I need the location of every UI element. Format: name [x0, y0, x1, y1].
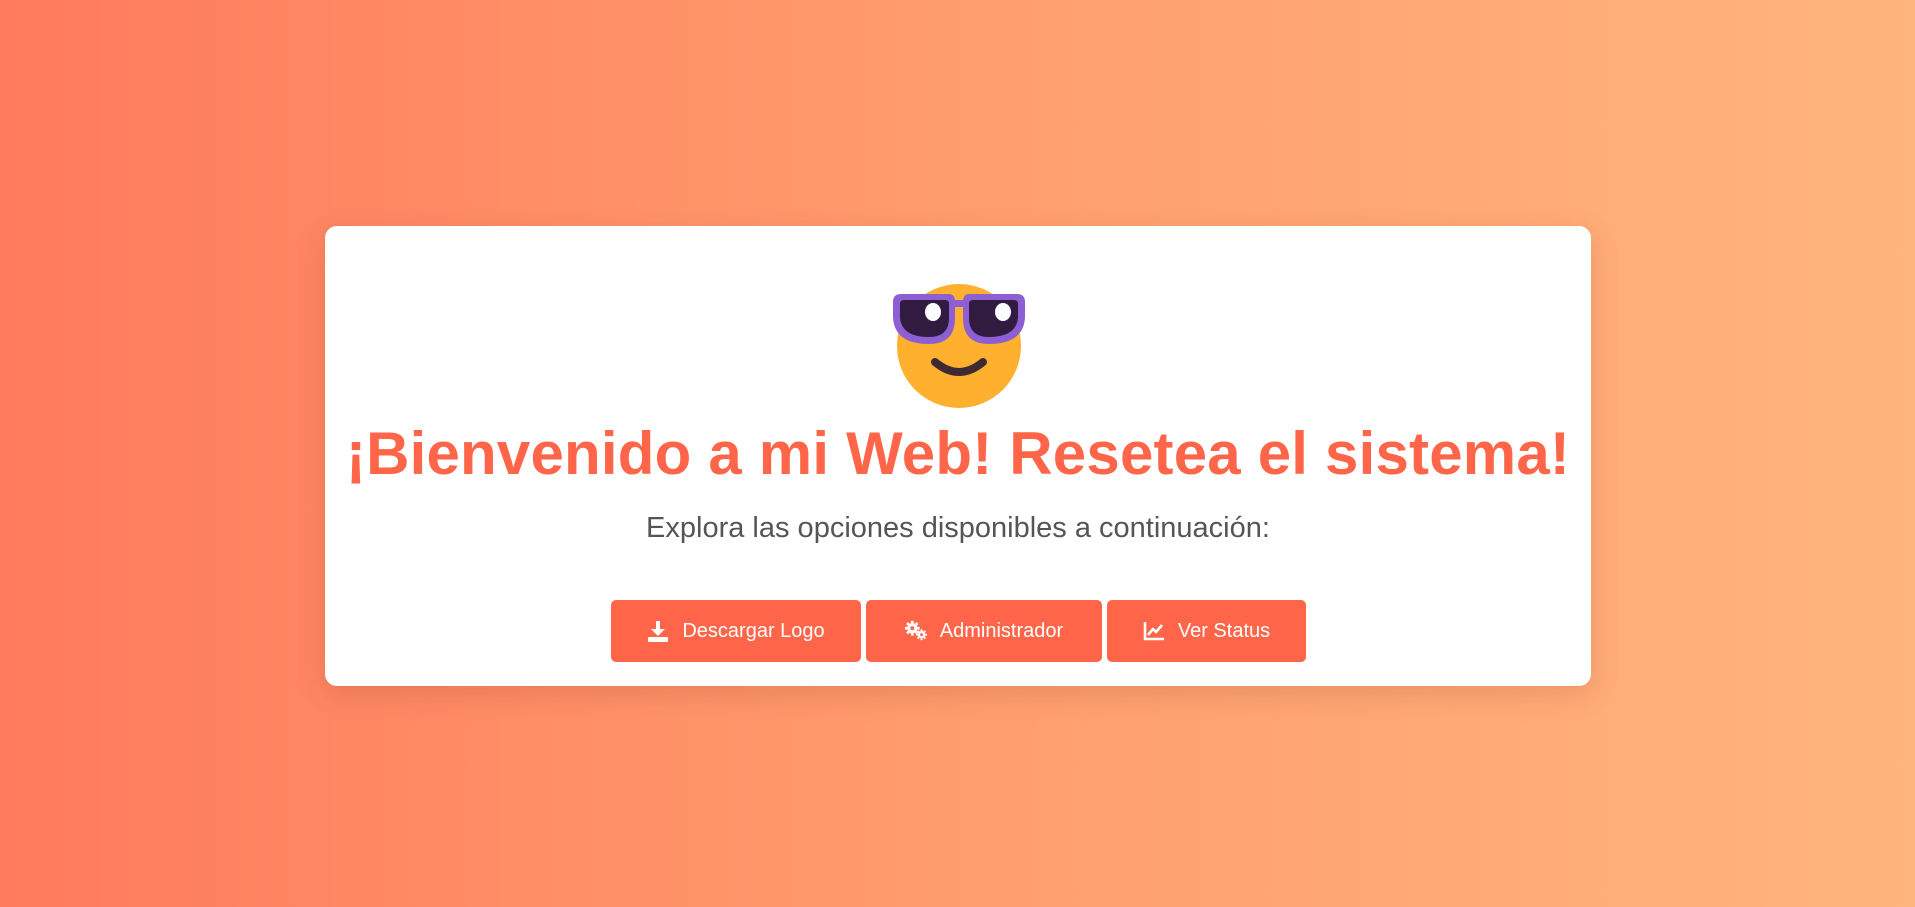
gears-icon [904, 619, 928, 643]
administrator-button[interactable]: Administrador [865, 600, 1102, 662]
view-status-button[interactable]: Ver Status [1106, 600, 1306, 662]
download-logo-label: Descargar Logo [682, 619, 825, 642]
line-chart-icon [1142, 619, 1166, 643]
page-title: ¡Bienvenido a mi Web! Resetea el sistema… [345, 420, 1571, 487]
administrator-label: Administrador [939, 619, 1064, 642]
download-logo-button[interactable]: Descargar Logo [610, 600, 861, 662]
welcome-card: ¡Bienvenido a mi Web! Resetea el sistema… [325, 226, 1591, 686]
view-status-label: Ver Status [1177, 619, 1271, 642]
sunglasses-emoji-icon [889, 278, 1029, 408]
download-icon [646, 619, 670, 643]
action-buttons: Descargar Logo Administrador Ver Status [325, 600, 1591, 662]
page-subtitle: Explora las opciones disponibles a conti… [646, 512, 1270, 544]
